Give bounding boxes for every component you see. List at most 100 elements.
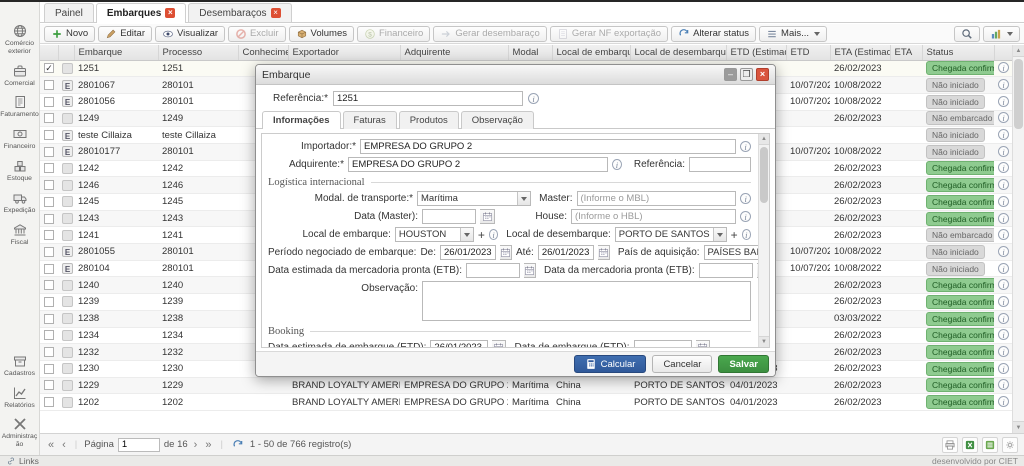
row-checkbox[interactable]: [44, 97, 54, 107]
grid-chart-button[interactable]: [983, 26, 1020, 42]
calcular-button[interactable]: Calcular: [574, 355, 647, 373]
row-checkbox[interactable]: ✓: [44, 63, 54, 73]
row-checkbox[interactable]: [44, 180, 54, 190]
export-excel-icon[interactable]: [962, 437, 978, 453]
page-input[interactable]: [118, 438, 160, 452]
row-info-icon[interactable]: i: [998, 396, 1009, 407]
sidebar-item-comercio-exterior[interactable]: Comércio exterior: [0, 20, 39, 60]
minimize-icon[interactable]: –: [724, 68, 737, 81]
close-icon[interactable]: ×: [756, 68, 769, 81]
local-desembarque-combo[interactable]: PORTO DE SANTOS: [615, 227, 727, 242]
sidebar-item-estoque[interactable]: Estoque: [0, 155, 39, 187]
row-checkbox[interactable]: [44, 380, 54, 390]
column-header-empty[interactable]: [58, 45, 74, 60]
sidebar-item-fiscal[interactable]: Fiscal: [0, 219, 39, 251]
info-icon[interactable]: i: [489, 229, 498, 240]
refresh-icon[interactable]: [230, 437, 246, 453]
column-header-status[interactable]: Status: [922, 45, 994, 60]
add-local-icon[interactable]: +: [731, 229, 738, 241]
column-header-exportador[interactable]: Exportador: [288, 45, 400, 60]
row-checkbox[interactable]: [44, 80, 54, 90]
scroll-up-icon[interactable]: ▲: [759, 134, 769, 145]
row-checkbox[interactable]: [44, 364, 54, 374]
sidebar-item-financeiro[interactable]: Financeiro: [0, 123, 39, 155]
row-checkbox[interactable]: [44, 197, 54, 207]
column-header-etd-estimada[interactable]: ETD (Estimada): [726, 45, 786, 60]
calendar-icon[interactable]: [500, 245, 512, 260]
row-info-icon[interactable]: i: [998, 146, 1009, 157]
row-checkbox[interactable]: [44, 347, 54, 357]
scroll-thumb[interactable]: [760, 147, 768, 203]
row-checkbox[interactable]: [44, 247, 54, 257]
restore-icon[interactable]: ❒: [740, 68, 753, 81]
local-embarque-combo[interactable]: HOUSTON: [395, 227, 474, 242]
editar-button[interactable]: Editar: [98, 26, 152, 42]
house-input[interactable]: [571, 209, 736, 224]
first-page-button[interactable]: «: [46, 439, 56, 451]
calendar-icon[interactable]: [696, 340, 710, 348]
column-header-processo[interactable]: Processo: [158, 45, 238, 60]
data-master-input[interactable]: [422, 209, 476, 224]
referencia-input[interactable]: [333, 91, 523, 106]
row-info-icon[interactable]: i: [998, 246, 1009, 257]
visualizar-button[interactable]: Visualizar: [155, 26, 225, 42]
dialog-scrollbar[interactable]: ▲ ▼: [758, 134, 769, 347]
scroll-up-icon[interactable]: ▲: [1013, 45, 1024, 57]
dialog-tab-produtos[interactable]: Produtos: [399, 111, 459, 129]
prev-page-button[interactable]: ‹: [60, 439, 68, 451]
dialog-tab-informacoes[interactable]: Informações: [262, 111, 341, 129]
tab-close-icon[interactable]: ×: [165, 8, 175, 18]
column-header-conhecimento-de-embarque[interactable]: Conhecimento de embarque: [238, 45, 288, 60]
row-info-icon[interactable]: i: [998, 79, 1009, 90]
tab-desembaracos[interactable]: Desembaraços×: [188, 3, 291, 22]
next-page-button[interactable]: ›: [192, 439, 200, 451]
sidebar-item-expedicao[interactable]: Expedição: [0, 187, 39, 219]
info-icon[interactable]: i: [740, 141, 751, 152]
row-info-icon[interactable]: i: [998, 296, 1009, 307]
scroll-thumb[interactable]: [1014, 59, 1023, 129]
adquirente-input[interactable]: [348, 157, 608, 172]
row-checkbox[interactable]: [44, 297, 54, 307]
etb-input[interactable]: [699, 263, 753, 278]
column-header-embarque[interactable]: Embarque: [74, 45, 158, 60]
row-checkbox[interactable]: [44, 230, 54, 240]
info-icon[interactable]: i: [742, 229, 751, 240]
dialog-tab-faturas[interactable]: Faturas: [343, 111, 397, 129]
etb-est-input[interactable]: [466, 263, 520, 278]
referencia2-input[interactable]: [689, 157, 751, 172]
tab-embarques[interactable]: Embarques×: [96, 3, 186, 22]
observacao-textarea[interactable]: [422, 281, 751, 321]
tab-close-icon[interactable]: ×: [271, 8, 281, 18]
row-checkbox[interactable]: [44, 163, 54, 173]
row-info-icon[interactable]: i: [998, 346, 1009, 357]
cancelar-button[interactable]: Cancelar: [652, 355, 712, 373]
dialog-tab-observacao[interactable]: Observação: [461, 111, 534, 129]
row-checkbox[interactable]: [44, 280, 54, 290]
scroll-down-icon[interactable]: ▼: [1013, 421, 1024, 433]
export-sheet-icon[interactable]: [982, 437, 998, 453]
row-info-icon[interactable]: i: [998, 129, 1009, 140]
column-header-eta[interactable]: ETA: [890, 45, 922, 60]
row-checkbox[interactable]: [44, 314, 54, 324]
grid-scrollbar[interactable]: ▲ ▼: [1012, 45, 1024, 433]
row-info-icon[interactable]: i: [998, 263, 1009, 274]
sidebar-item-cadastros[interactable]: Cadastros: [0, 350, 39, 382]
add-local-icon[interactable]: +: [478, 229, 485, 241]
row-checkbox[interactable]: [44, 113, 54, 123]
column-header-local-de-desembarque[interactable]: Local de desembarque: [630, 45, 726, 60]
row-info-icon[interactable]: i: [998, 213, 1009, 224]
sidebar-item-administracao[interactable]: Administração: [0, 413, 39, 453]
info-icon[interactable]: i: [528, 93, 539, 104]
novo-button[interactable]: Novo: [44, 26, 95, 42]
row-info-icon[interactable]: i: [998, 162, 1009, 173]
row-info-icon[interactable]: i: [998, 179, 1009, 190]
column-header-modal[interactable]: Modal: [508, 45, 552, 60]
tab-painel[interactable]: Painel: [44, 3, 94, 22]
mais-button[interactable]: Mais...: [759, 26, 827, 42]
column-header-eta-estimada[interactable]: ETA (Estimada): [830, 45, 890, 60]
dialog-titlebar[interactable]: Embarque – ❒ ×: [256, 65, 775, 85]
scroll-down-icon[interactable]: ▼: [759, 336, 769, 347]
table-row[interactable]: 12291229BRAND LOYALTY AMERICAS BVEMPRESA…: [40, 377, 1012, 394]
row-checkbox[interactable]: [44, 214, 54, 224]
periodo-de-input[interactable]: [440, 245, 496, 260]
